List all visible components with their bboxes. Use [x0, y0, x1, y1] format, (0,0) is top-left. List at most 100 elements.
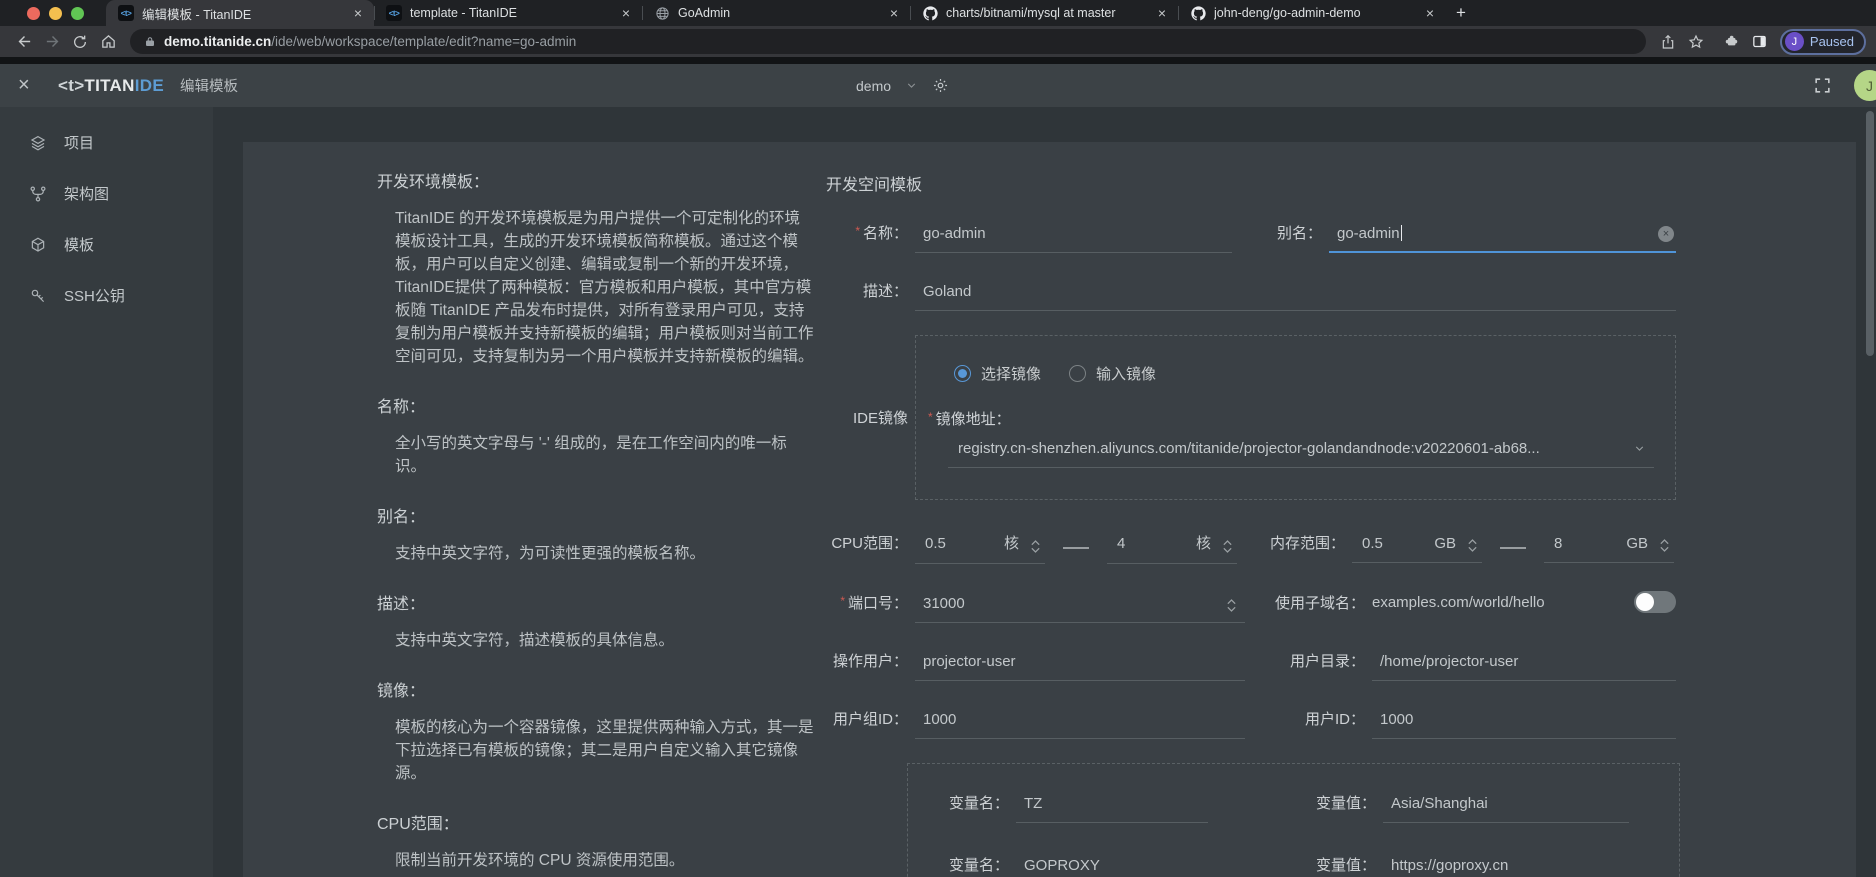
user-avatar[interactable]: J [1854, 70, 1876, 101]
cpu-max-input[interactable]: 4 核 [1107, 532, 1237, 564]
tab-title: 编辑模板 - TitanIDE [142, 4, 342, 23]
cpu-unit: 核 [1196, 532, 1211, 553]
range-dash [1063, 547, 1089, 549]
forward-icon[interactable] [38, 29, 66, 54]
help-heading: 别名： [377, 503, 815, 527]
memory-min-input[interactable]: 0.5 GB [1352, 535, 1482, 563]
image-address-value: registry.cn-shenzhen.aliyuncs.com/titani… [958, 440, 1540, 457]
browser-profile-button[interactable]: J Paused [1780, 29, 1866, 55]
op-user-label: 操作用户： [826, 650, 908, 671]
sidebar-item-label: 项目 [64, 132, 94, 153]
browser-tab-edit-template[interactable]: <t> 编辑模板 - TitanIDE × [106, 0, 374, 26]
group-id-input[interactable]: 1000 [915, 711, 1245, 739]
vertical-scrollbar[interactable] [1866, 111, 1874, 356]
browser-tab-template[interactable]: <t> template - TitanIDE × [374, 0, 642, 26]
sidebar-item-architecture[interactable]: 架构图 [0, 168, 213, 219]
extensions-puzzle-icon[interactable] [1718, 29, 1746, 54]
subdomain-value: examples.com/world/hello [1372, 594, 1545, 611]
fork-icon [29, 185, 47, 203]
help-column: 开发环境模板： TitanIDE 的开发环境模板是为用户提供一个可定制化的环境模… [377, 168, 815, 877]
sidebar-item-projects[interactable]: 项目 [0, 117, 213, 168]
stepper-arrows-icon[interactable] [1467, 536, 1478, 555]
reload-icon[interactable] [66, 29, 94, 54]
radio-select-image[interactable]: 选择镜像 [954, 363, 1041, 384]
cube-icon [29, 236, 47, 254]
env-vars-group: 变量名： TZ 变量值： Asia/Shanghai 变量名： GOPROXY … [907, 763, 1680, 877]
radio-label: 选择镜像 [981, 363, 1041, 384]
alias-input[interactable]: go-admin × [1329, 225, 1676, 253]
memory-max-input[interactable]: 8 GB [1544, 535, 1674, 563]
help-heading: 镜像： [377, 677, 815, 701]
ide-image-label: IDE镜像 [826, 407, 908, 428]
github-icon [1190, 5, 1206, 21]
new-tab-button[interactable]: + [1446, 0, 1476, 26]
lock-icon[interactable] [144, 35, 156, 48]
var-name-input[interactable]: TZ [1016, 795, 1208, 823]
zoom-window-icon[interactable] [71, 7, 84, 20]
clear-input-icon[interactable]: × [1658, 226, 1674, 242]
share-icon[interactable] [1654, 29, 1682, 54]
workspace-selector[interactable]: demo [856, 78, 891, 94]
browser-tab-go-admin-demo[interactable]: john-deng/go-admin-demo × [1178, 0, 1446, 26]
stepper-arrows-icon[interactable] [1222, 537, 1233, 556]
stepper-arrows-icon[interactable] [1659, 536, 1670, 555]
chevron-down-icon[interactable] [905, 79, 918, 92]
cpu-max-value: 4 [1117, 535, 1125, 552]
back-icon[interactable] [10, 29, 38, 54]
port-input[interactable]: 31000 [915, 595, 1245, 623]
home-icon[interactable] [94, 29, 122, 54]
alias-value: go-admin [1337, 225, 1400, 242]
logo-bracket: <t> [58, 76, 84, 95]
description-input[interactable]: Goland [915, 283, 1676, 311]
cpu-unit: 核 [1004, 532, 1019, 553]
browser-window: <t> 编辑模板 - TitanIDE × <t> template - Tit… [0, 0, 1876, 877]
browser-tab-goadmin[interactable]: GoAdmin × [642, 0, 910, 26]
sidebar: 项目 架构图 模板 S [0, 107, 213, 877]
help-body: 支持中英文字符，描述模板的具体信息。 [377, 629, 815, 652]
bookmark-star-icon[interactable] [1682, 29, 1710, 54]
browser-tab-charts-bitnami-mysql[interactable]: charts/bitnami/mysql at master × [910, 0, 1178, 26]
user-id-input[interactable]: 1000 [1372, 711, 1676, 739]
radio-selected-icon[interactable] [954, 365, 971, 382]
tab-title: charts/bitnami/mysql at master [946, 6, 1146, 20]
sidebar-item-templates[interactable]: 模板 [0, 219, 213, 270]
cpu-min-input[interactable]: 0.5 核 [915, 532, 1045, 564]
browser-toolbar: demo.titanide.cn/ide/web/workspace/templ… [0, 26, 1876, 57]
address-bar[interactable]: demo.titanide.cn/ide/web/workspace/templ… [130, 29, 1646, 54]
stepper-arrows-icon[interactable] [1030, 537, 1041, 556]
description-label: 描述： [826, 280, 908, 301]
tab-close-icon[interactable]: × [886, 5, 902, 21]
radio-unselected-icon[interactable] [1069, 365, 1086, 382]
macos-window-controls[interactable] [0, 0, 106, 26]
fullscreen-icon[interactable] [1813, 76, 1832, 95]
tab-close-icon[interactable]: × [1422, 5, 1438, 21]
stepper-arrows-icon[interactable] [1226, 596, 1237, 615]
tab-close-icon[interactable]: × [618, 5, 634, 21]
sidebar-item-ssh-keys[interactable]: SSH公钥 [0, 270, 213, 321]
chevron-down-icon[interactable] [1633, 442, 1646, 455]
close-editor-icon[interactable]: × [18, 74, 44, 97]
var-name-input[interactable]: GOPROXY [1016, 857, 1208, 877]
gear-icon[interactable] [932, 77, 949, 94]
user-dir-label: 用户目录： [1275, 650, 1365, 671]
tab-close-icon[interactable]: × [350, 5, 366, 21]
tab-close-icon[interactable]: × [1154, 5, 1170, 21]
template-editor-panel: 开发环境模板： TitanIDE 的开发环境模板是为用户提供一个可定制化的环境模… [243, 142, 1856, 877]
minimize-window-icon[interactable] [49, 7, 62, 20]
subdomain-toggle[interactable] [1634, 591, 1676, 613]
subdomain-label: 使用子域名： [1275, 592, 1365, 613]
image-address-select[interactable]: registry.cn-shenzhen.aliyuncs.com/titani… [948, 440, 1654, 468]
op-user-input[interactable]: projector-user [915, 653, 1245, 681]
name-input[interactable]: go-admin [915, 225, 1232, 253]
tab-title: john-deng/go-admin-demo [1214, 6, 1414, 20]
var-value-input[interactable]: https://goproxy.cn [1383, 857, 1629, 877]
radio-input-image[interactable]: 输入镜像 [1069, 363, 1156, 384]
titanide-favicon-icon: <t> [386, 5, 402, 21]
var-value-input[interactable]: Asia/Shanghai [1383, 795, 1629, 823]
help-body: 限制当前开发环境的 CPU 资源使用范围。 [377, 849, 815, 872]
close-window-icon[interactable] [27, 7, 40, 20]
side-panel-icon[interactable] [1746, 29, 1774, 54]
user-dir-input[interactable]: /home/projector-user [1372, 653, 1676, 681]
form-title: 开发空间模板 [826, 171, 1676, 195]
help-heading: 名称： [377, 393, 815, 417]
